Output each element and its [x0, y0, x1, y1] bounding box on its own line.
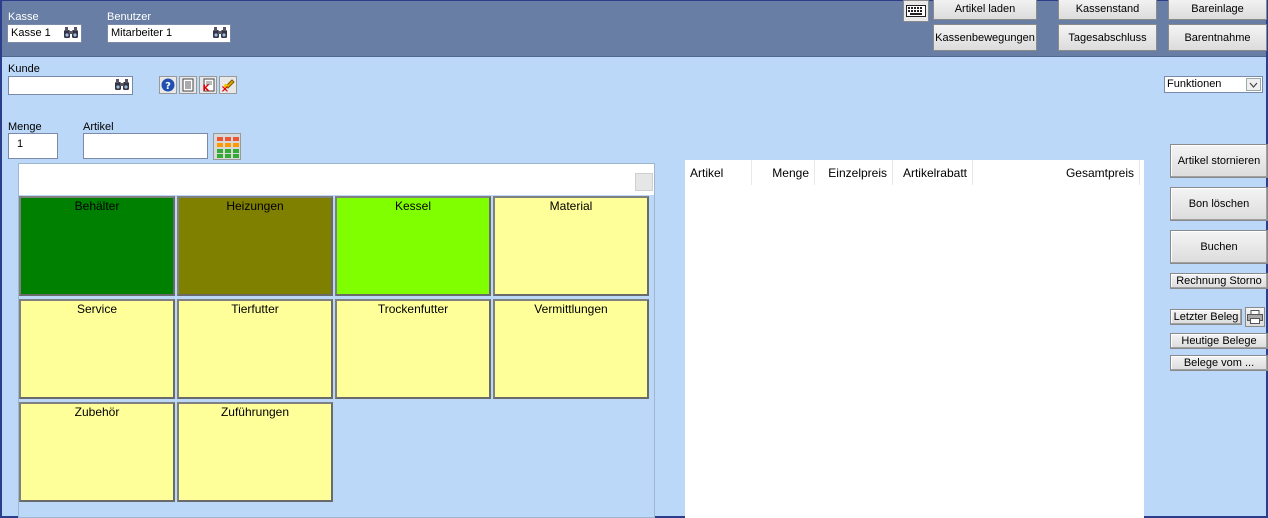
artikel-label: Artikel	[83, 121, 114, 133]
svg-text:K: K	[203, 84, 211, 92]
funktionen-selected: Funktionen	[1167, 78, 1222, 90]
category-tile[interactable]: Tierfutter	[177, 299, 333, 399]
category-tile[interactable]: Heizungen	[177, 196, 333, 296]
heutige-belege-button[interactable]: Heutige Belege	[1170, 333, 1268, 349]
category-label: Vermittlungen	[534, 302, 608, 316]
category-tile[interactable]: Behälter	[19, 196, 175, 296]
category-label: Trockenfutter	[377, 302, 449, 316]
bon-loeschen-button[interactable]: Bon löschen	[1170, 187, 1268, 221]
category-label: Tierfutter	[231, 302, 279, 316]
artikel-laden-button[interactable]: Artikel laden	[933, 0, 1037, 20]
category-tile[interactable]: Material	[493, 196, 649, 296]
category-label: Zuführungen	[220, 405, 290, 419]
printer-icon	[1247, 310, 1263, 324]
menge-label: Menge	[8, 121, 42, 133]
column-header-artikelrabatt[interactable]: Artikelrabatt	[893, 160, 973, 185]
category-tile[interactable]: Vermittlungen	[493, 299, 649, 399]
kasse-value: Kasse 1	[11, 27, 51, 39]
category-label: Zubehör	[74, 405, 120, 419]
help-icon: ?	[161, 78, 175, 92]
category-label: Material	[549, 199, 593, 213]
artikel-field[interactable]	[83, 133, 208, 159]
customer-card-button[interactable]: K	[199, 76, 217, 94]
tagesabschluss-button[interactable]: Tagesabschluss	[1058, 24, 1157, 51]
column-header-menge[interactable]: Menge	[752, 160, 815, 185]
category-label: Behälter	[74, 199, 120, 213]
binoculars-icon[interactable]	[213, 27, 227, 39]
column-header-gesamtpreis[interactable]: Gesamtpreis	[973, 160, 1140, 185]
menge-field[interactable]: 1	[8, 133, 58, 159]
binoculars-icon[interactable]	[115, 79, 129, 91]
category-tile[interactable]: Kessel	[335, 196, 491, 296]
chevron-down-icon[interactable]	[1246, 78, 1261, 91]
customer-card-icon: K	[203, 78, 215, 92]
category-tile[interactable]: Zubehör	[19, 402, 175, 502]
funktionen-select[interactable]: Funktionen	[1164, 76, 1263, 93]
help-button[interactable]: ?	[159, 76, 177, 94]
rechnung-storno-button[interactable]: Rechnung Storno	[1170, 273, 1268, 289]
buchen-button[interactable]: Buchen	[1170, 230, 1268, 264]
column-header-artikel[interactable]: Artikel	[685, 160, 752, 185]
svg-text:×: ×	[221, 84, 229, 93]
category-tile[interactable]: Zuführungen	[177, 402, 333, 502]
benutzer-field[interactable]: Mitarbeiter 1	[107, 24, 231, 43]
benutzer-value: Mitarbeiter 1	[111, 27, 173, 39]
customer-details-button[interactable]	[179, 76, 197, 94]
category-label: Service	[76, 302, 117, 316]
receipt-table: Artikel Menge Einzelpreis Artikelrabatt …	[685, 160, 1144, 518]
category-panel-header	[19, 164, 654, 195]
column-header-einzelpreis[interactable]: Einzelpreis	[815, 160, 893, 185]
belege-vom-button[interactable]: Belege vom ...	[1170, 355, 1268, 371]
kassenstand-button[interactable]: Kassenstand	[1058, 0, 1157, 20]
category-tile[interactable]: Service	[19, 299, 175, 399]
keyboard-button[interactable]	[903, 0, 929, 22]
keyboard-icon	[906, 5, 926, 17]
binoculars-icon[interactable]	[64, 27, 78, 39]
remove-customer-icon: ×	[221, 79, 235, 93]
kasse-label: Kasse	[8, 11, 39, 23]
kunde-label: Kunde	[8, 63, 40, 75]
remove-customer-button[interactable]: ×	[219, 76, 237, 94]
category-label: Kessel	[394, 199, 432, 213]
kunde-field[interactable]	[8, 76, 133, 95]
svg-text:?: ?	[165, 81, 171, 92]
article-grid-icon	[217, 137, 239, 158]
kassenbewegungen-button[interactable]: Kassenbewegungen	[933, 24, 1037, 51]
document-list-icon	[182, 78, 194, 92]
kasse-field[interactable]: Kasse 1	[7, 24, 82, 43]
bareinlage-button[interactable]: Bareinlage	[1168, 0, 1267, 20]
letzter-beleg-button[interactable]: Letzter Beleg	[1170, 309, 1242, 325]
benutzer-label: Benutzer	[107, 11, 152, 23]
category-tile[interactable]: Trockenfutter	[335, 299, 491, 399]
artikel-stornieren-button[interactable]: Artikel stornieren	[1170, 144, 1268, 178]
close-icon[interactable]	[635, 173, 653, 191]
category-label: Heizungen	[226, 199, 284, 213]
article-grid-button[interactable]	[213, 133, 241, 160]
barentnahme-button[interactable]: Barentnahme	[1168, 24, 1267, 51]
print-button[interactable]	[1245, 307, 1265, 327]
menge-value: 1	[17, 138, 24, 150]
